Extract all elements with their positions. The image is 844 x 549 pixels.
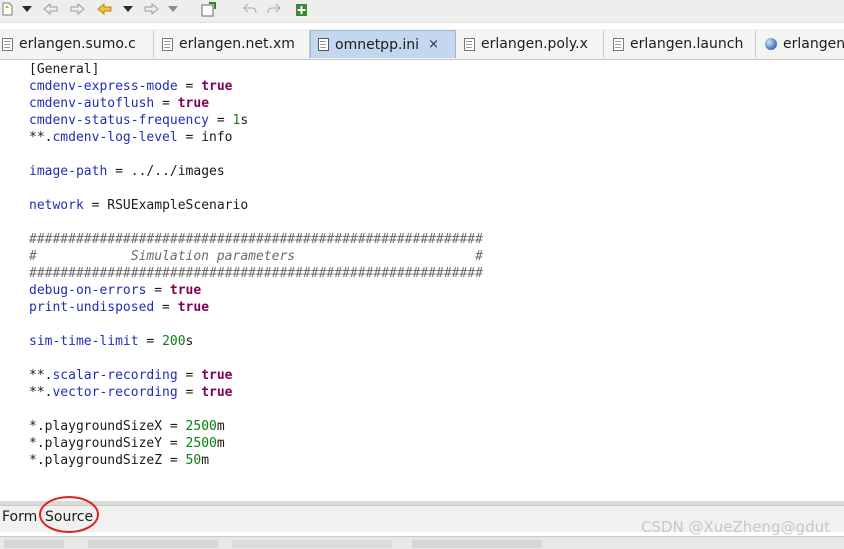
tab-erlangen-launch[interactable]: erlangen.launch	[604, 30, 756, 58]
code-line: image-path = ../../images	[29, 164, 225, 179]
tab-omnetpp-ini[interactable]: omnetpp.ini ×	[310, 30, 456, 58]
dropdown-icon[interactable]	[20, 1, 34, 17]
watermark: CSDN @XueZheng@gdut	[640, 518, 830, 536]
dropdown-icon[interactable]	[166, 1, 180, 17]
file-icon	[464, 37, 475, 51]
code-line: **.vector-recording = true	[29, 385, 233, 400]
next-edit-icon[interactable]	[142, 1, 160, 17]
prev-edit-icon[interactable]	[96, 1, 114, 17]
view-tab[interactable]	[232, 540, 392, 548]
dropdown-icon[interactable]	[121, 1, 135, 17]
back-icon[interactable]	[42, 1, 60, 17]
code-line: [General]	[29, 62, 100, 77]
code-line: **.scalar-recording = true	[29, 368, 233, 383]
code-line: ########################################…	[29, 266, 483, 281]
add-icon[interactable]	[294, 1, 310, 17]
code-line: ########################################…	[29, 232, 483, 247]
close-icon[interactable]: ×	[428, 37, 439, 52]
tab-erlangen-sumo[interactable]: erlangen.sumo.c	[0, 30, 154, 58]
tab-label: erlangen.sumo.c	[19, 36, 136, 52]
new-icon[interactable]	[0, 1, 14, 17]
tab-erlangen-more[interactable]: erlangen.	[756, 30, 844, 58]
view-tab[interactable]	[412, 540, 542, 548]
toggle-icon[interactable]	[200, 1, 218, 17]
tab-label: erlangen.poly.x	[481, 36, 588, 52]
ini-file-icon	[318, 38, 329, 51]
tab-form[interactable]: Form	[2, 509, 37, 525]
code-line: cmdenv-status-frequency = 1s	[29, 113, 249, 128]
file-icon	[613, 37, 624, 51]
code-line: network = RSUExampleScenario	[29, 198, 249, 213]
file-icon	[2, 37, 13, 51]
tab-label: erlangen.net.xm	[179, 36, 295, 52]
source-highlight-circle	[39, 496, 99, 533]
code-line: cmdenv-autoflush = true	[29, 96, 210, 111]
code-line: sim-time-limit = 200s	[29, 334, 194, 349]
view-tab[interactable]	[88, 540, 218, 548]
tab-label: erlangen.launch	[630, 36, 744, 52]
forward-icon[interactable]	[68, 1, 86, 17]
code-line: **.cmdenv-log-level = info	[29, 130, 233, 145]
undo-icon[interactable]	[240, 1, 258, 17]
code-line: *.playgroundSizeZ = 50m	[29, 453, 210, 468]
tab-label: erlangen.	[783, 36, 844, 52]
code-line: # Simulation parameters #	[29, 249, 483, 264]
editor-tab-bar: erlangen.sumo.c erlangen.net.xm omnetpp.…	[0, 29, 844, 60]
file-icon	[162, 37, 173, 51]
code-line: debug-on-errors = true	[29, 283, 202, 298]
lower-view-tab-bar	[0, 536, 844, 549]
main-toolbar	[0, 0, 844, 23]
code-line: cmdenv-express-mode = true	[29, 79, 233, 94]
tab-erlangen-net[interactable]: erlangen.net.xm	[154, 30, 310, 58]
view-tab[interactable]	[4, 540, 64, 548]
code-line: *.playgroundSizeY = 2500m	[29, 436, 225, 451]
source-editor[interactable]: [General] cmdenv-express-mode = true cmd…	[0, 60, 844, 502]
tab-erlangen-poly[interactable]: erlangen.poly.x	[456, 30, 604, 58]
redo-icon[interactable]	[266, 1, 284, 17]
code-line: print-undisposed = true	[29, 300, 210, 315]
code-line: *.playgroundSizeX = 2500m	[29, 419, 225, 434]
tab-label: omnetpp.ini	[335, 36, 420, 53]
globe-icon	[765, 38, 777, 50]
